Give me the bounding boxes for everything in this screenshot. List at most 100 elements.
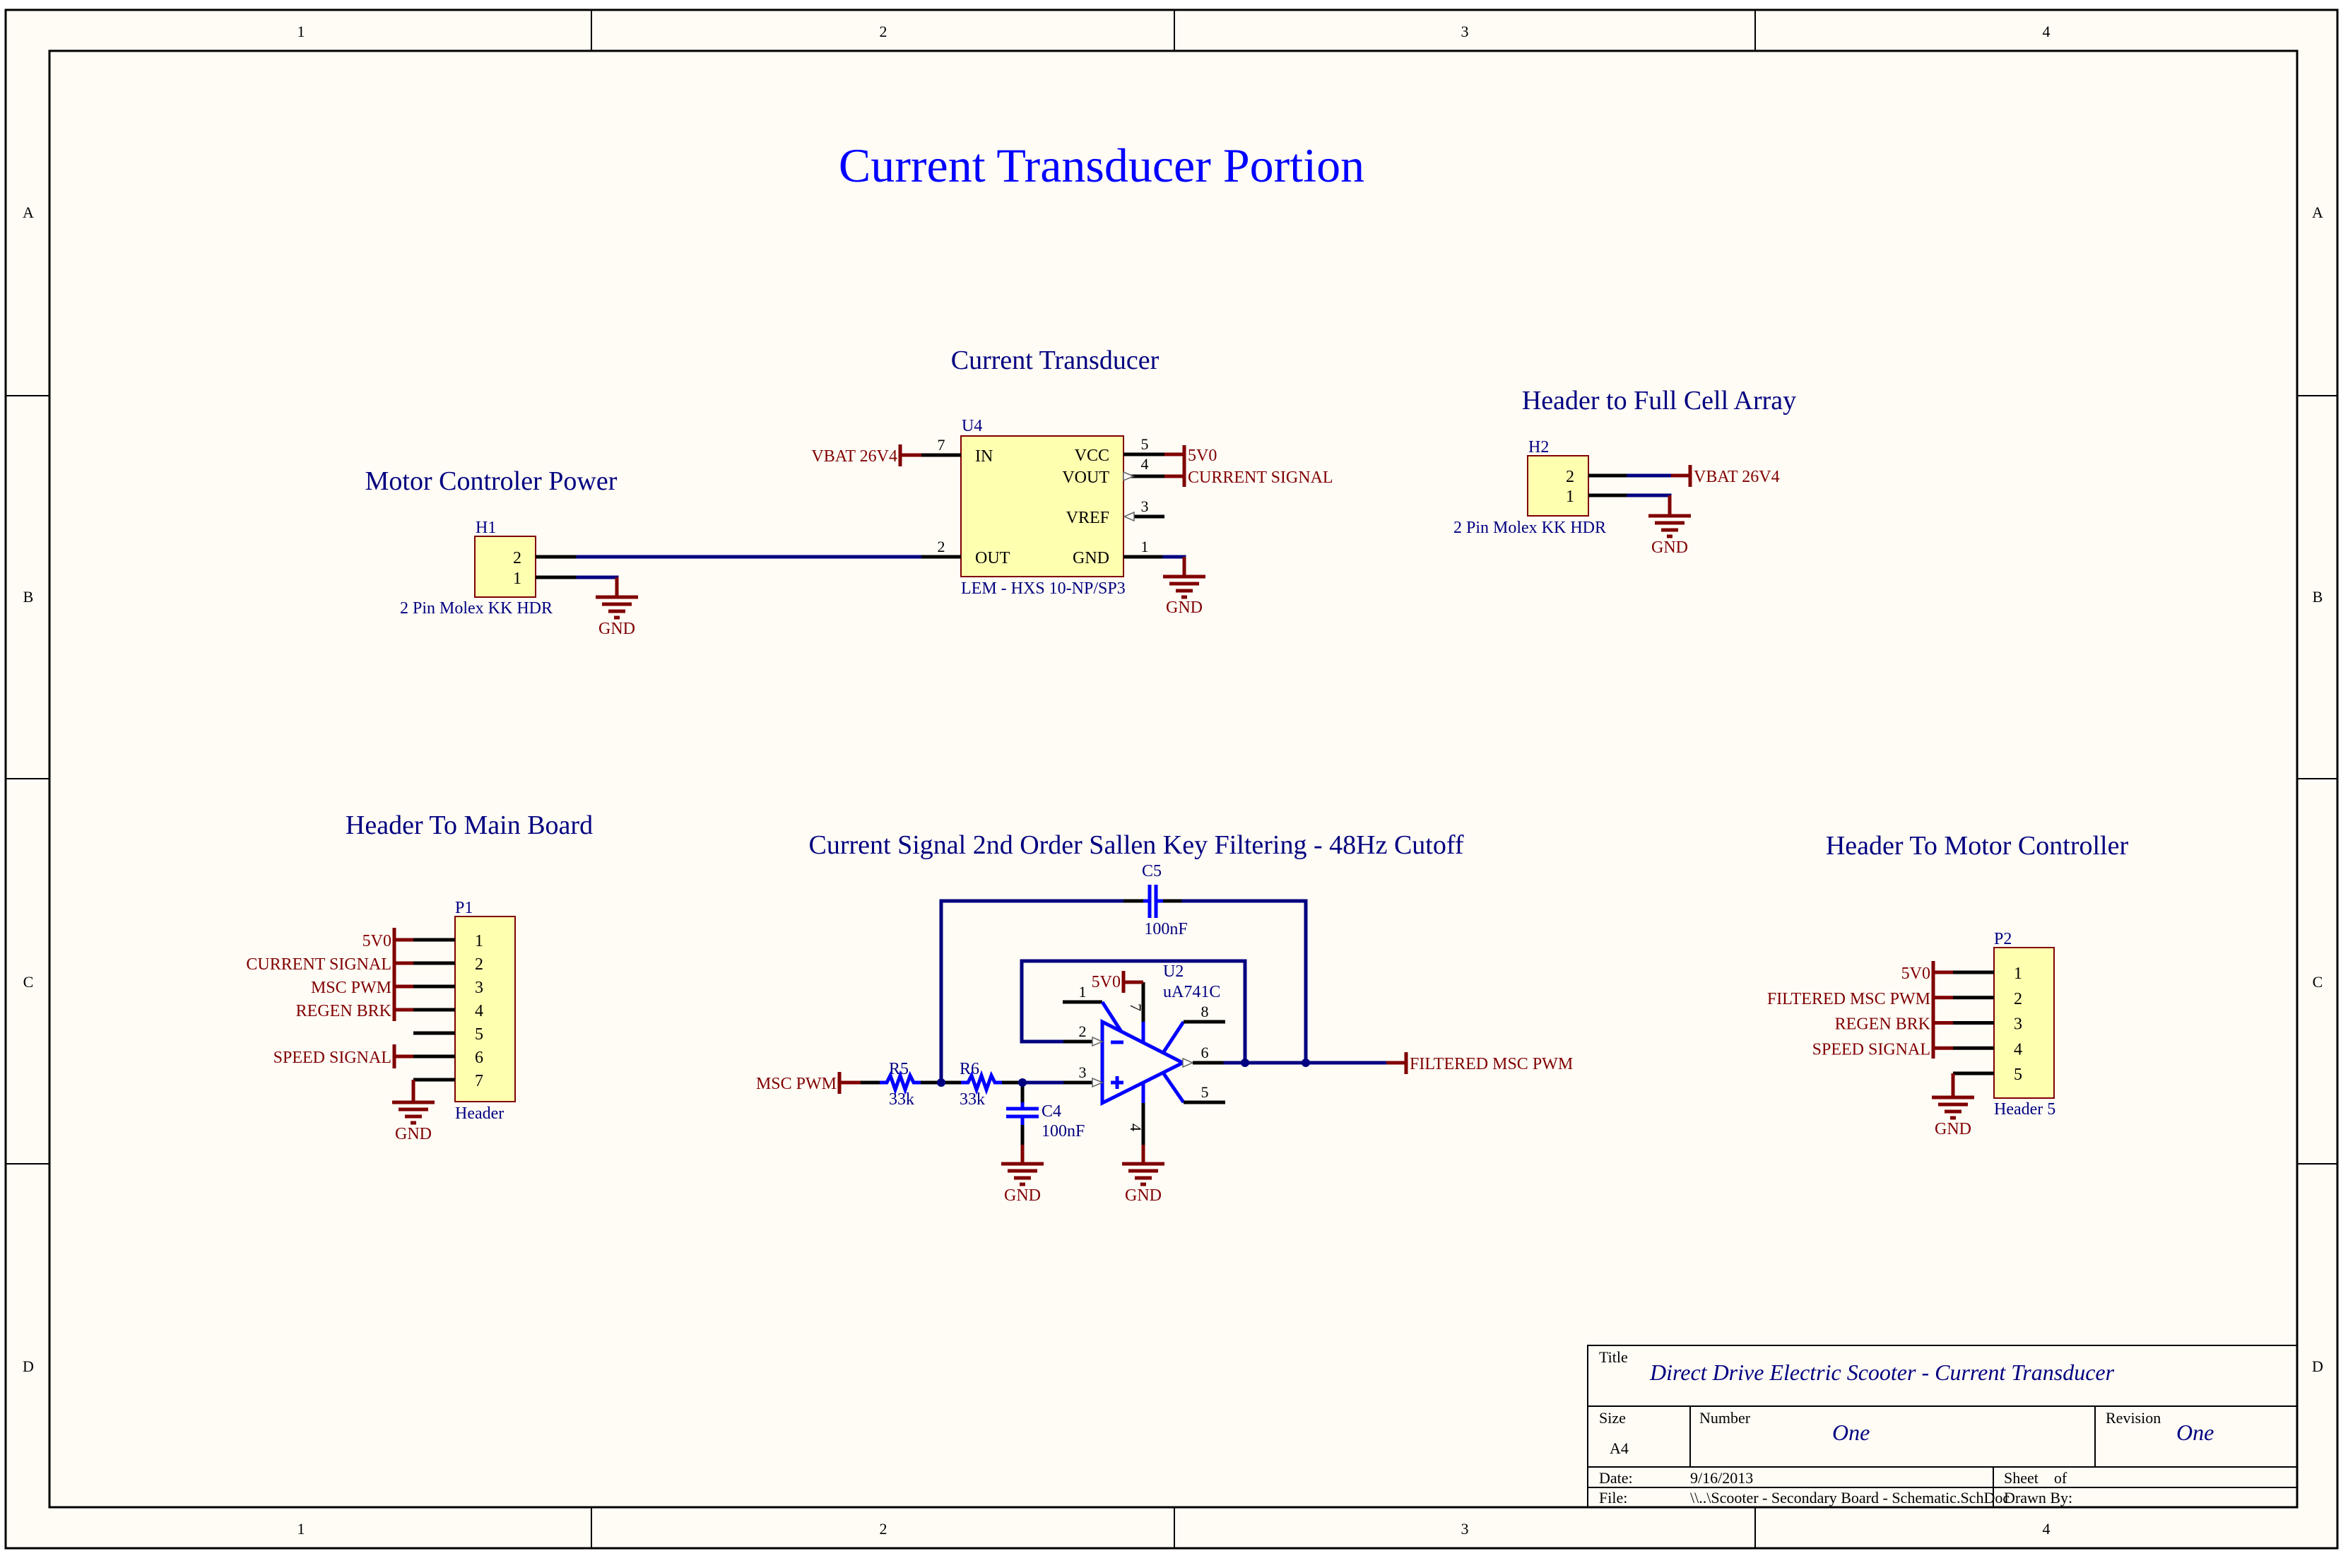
drawn-by-label: Drawn By: <box>2004 1489 2072 1507</box>
gnd-label: GND <box>1651 538 1688 557</box>
net-label-msc-pwm: MSC PWM <box>756 1075 837 1093</box>
file-label: File: <box>1599 1489 1627 1507</box>
h1-connector-body[interactable] <box>474 536 536 598</box>
h1-pin-1-label: 1 <box>513 570 521 588</box>
zone-col-3-bottom: 3 <box>1461 1520 1469 1538</box>
title-label: Title <box>1599 1348 1628 1366</box>
gnd-label: GND <box>1125 1186 1162 1205</box>
r6-value: 33k <box>960 1090 985 1109</box>
u2-pin-4-number: 4 <box>1127 1124 1145 1131</box>
zone-row-b-left: B <box>23 588 34 606</box>
c5-designator: C5 <box>1142 862 1162 880</box>
p2-pin-3-number: 3 <box>2014 1015 2022 1034</box>
net-label: SPEED SIGNAL <box>1812 1040 1930 1059</box>
h2-comment: 2 Pin Molex KK HDR <box>1453 519 1606 537</box>
h2-designator: H2 <box>1528 438 1549 456</box>
u4-comment: LEM - HXS 10-NP/SP3 <box>961 579 1126 598</box>
section-title: Header To Motor Controller <box>1826 831 2129 861</box>
p2-pin-5-number: 5 <box>2014 1066 2022 1084</box>
net-label: FILTERED MSC PWM <box>1767 990 1930 1008</box>
section-title: Current Transducer <box>951 346 1160 375</box>
u4-pin-gnd-name: GND <box>1073 549 1109 567</box>
u4-pin-in-name: IN <box>975 447 993 466</box>
c4-designator: C4 <box>1042 1102 1061 1121</box>
net-label-5v0: 5V0 <box>1188 447 1217 465</box>
h2-pin-1-label: 1 <box>1566 488 1574 506</box>
zone-col-2-top: 2 <box>880 23 887 40</box>
zone-row-c-right: C <box>2313 973 2323 991</box>
p2-pin-4-number: 4 <box>2014 1040 2022 1059</box>
sheet-title: Current Transducer Portion <box>839 138 1364 192</box>
p2-pin-1-number: 1 <box>2014 965 2022 983</box>
revision-label: Revision <box>2106 1409 2161 1427</box>
p1-pin-4-number: 4 <box>475 1002 483 1020</box>
zone-row-c-left: C <box>23 973 34 991</box>
number-label: Number <box>1699 1409 1751 1427</box>
u2-pin-5-number: 5 <box>1201 1083 1209 1101</box>
p1-pin-6-number: 6 <box>475 1049 483 1067</box>
net-label: REGEN BRK <box>296 1002 392 1020</box>
h1-designator: H1 <box>476 519 496 537</box>
file-value: \\..\Scooter - Secondary Board - Schemat… <box>1690 1489 2010 1507</box>
h1-comment: 2 Pin Molex KK HDR <box>400 599 553 618</box>
u2-pin-1-number: 1 <box>1079 983 1087 1001</box>
u2-pin-7-number: 7 <box>1127 1003 1145 1011</box>
date-label: Date: <box>1599 1469 1633 1487</box>
u4-pin-in-number: 7 <box>938 436 945 454</box>
net-label: CURRENT SIGNAL <box>246 955 391 974</box>
section-title: Header To Main Board <box>346 810 593 840</box>
net-label: 5V0 <box>362 932 391 950</box>
u4-pin-gnd-number: 1 <box>1141 538 1149 555</box>
u2-pin-2-number: 2 <box>1079 1022 1087 1040</box>
u4-pin-out-number: 2 <box>938 538 945 555</box>
net-label: REGEN BRK <box>1835 1015 1931 1034</box>
number-value: One <box>1832 1420 1870 1445</box>
p1-connector-body[interactable] <box>454 916 516 1102</box>
section-title: Header to Full Cell Array <box>1522 386 1796 415</box>
r6-designator: R6 <box>960 1060 979 1078</box>
h2-connector-body[interactable] <box>1527 455 1589 517</box>
u2-pin-3-number: 3 <box>1079 1063 1087 1081</box>
u4-pin-vout-number: 4 <box>1141 455 1149 473</box>
zone-row-d-right: D <box>2312 1357 2323 1375</box>
h1-pin-2-label: 2 <box>513 549 521 567</box>
zone-col-3-top: 3 <box>1461 23 1469 40</box>
revision-value: One <box>2176 1420 2214 1445</box>
u4-pin-vout-name: VOUT <box>1062 468 1109 487</box>
section-title: Motor Controler Power <box>365 466 618 496</box>
p1-comment: Header <box>455 1104 504 1123</box>
net-label-current-signal: CURRENT SIGNAL <box>1188 468 1333 487</box>
u2-pin-6-number: 6 <box>1201 1044 1209 1061</box>
u2-pin-8-number: 8 <box>1201 1003 1209 1020</box>
u2-designator: U2 <box>1163 962 1184 981</box>
zone-row-b-right: B <box>2313 588 2323 606</box>
u4-designator: U4 <box>962 417 982 435</box>
p2-designator: P2 <box>1994 930 2012 948</box>
p1-pin-2-number: 2 <box>475 955 483 974</box>
zone-col-1-bottom: 1 <box>297 1520 305 1538</box>
sheet-label: Sheet of <box>2004 1469 2067 1487</box>
zone-row-a-left: A <box>23 204 34 221</box>
zone-col-4-top: 4 <box>2043 23 2051 40</box>
gnd-label: GND <box>1004 1186 1041 1205</box>
net-label: SPEED SIGNAL <box>273 1049 391 1067</box>
u4-pin-vref-number: 3 <box>1141 497 1149 515</box>
size-label: Size <box>1599 1409 1626 1427</box>
net-label-filtered-msc-pwm: FILTERED MSC PWM <box>1410 1055 1573 1073</box>
zone-row-a-right: A <box>2312 204 2323 221</box>
p1-designator: P1 <box>455 899 473 917</box>
p2-connector-body[interactable] <box>1993 947 2055 1099</box>
gnd-label: GND <box>1166 599 1203 617</box>
zone-col-4-bottom: 4 <box>2043 1520 2051 1538</box>
net-label-vbat: VBAT 26V4 <box>811 447 897 466</box>
u4-pin-vcc-name: VCC <box>1075 447 1109 465</box>
p1-pin-3-number: 3 <box>475 979 483 997</box>
net-label-5v0: 5V0 <box>1092 973 1121 991</box>
c5-value: 100nF <box>1144 920 1187 938</box>
zone-col-1-top: 1 <box>297 23 305 40</box>
section-title: Current Signal 2nd Order Sallen Key Filt… <box>809 830 1464 860</box>
title-value: Direct Drive Electric Scooter - Current … <box>1649 1360 2115 1385</box>
junction-node <box>1302 1059 1310 1067</box>
p1-pin-1-number: 1 <box>475 932 483 950</box>
junction-node <box>937 1078 945 1087</box>
